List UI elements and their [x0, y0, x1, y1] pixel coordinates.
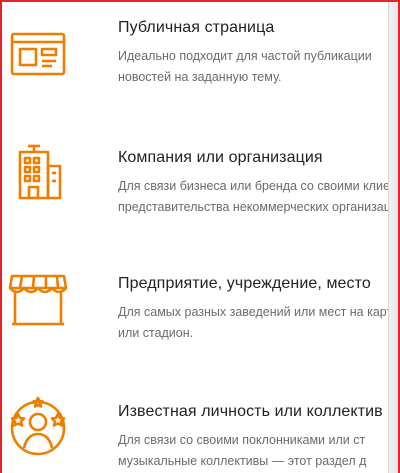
office-building-icon — [8, 140, 68, 200]
page-type-place[interactable]: Предприятие, учреждение, место Для самых… — [2, 238, 392, 356]
page-type-company[interactable]: Компания или организация Для связи бизне… — [2, 120, 392, 238]
description-line: новостей на заданную тему. — [118, 70, 282, 84]
description-line: Для самых разных заведений или мест на к… — [118, 305, 392, 319]
page-type-description: Идеально подходит для частой публикации … — [118, 46, 392, 88]
page-type-celebrity[interactable]: Известная личность или коллектив Для свя… — [2, 356, 392, 473]
scrollbar-edge[interactable] — [388, 2, 398, 473]
description-line: Идеально подходит для частой публикации — [118, 49, 372, 63]
page-type-title: Компания или организация — [118, 149, 323, 166]
description-line: Для связи со своими поклонниками или ст — [118, 433, 366, 447]
browser-window-icon — [8, 24, 68, 84]
page-type-title: Предприятие, учреждение, место — [118, 275, 371, 292]
page-type-title: Известная личность или коллектив — [118, 403, 383, 420]
page-type-public-page[interactable]: Публичная страница Идеально подходит для… — [2, 2, 392, 120]
description-line: Для связи бизнеса или бренда со своими к… — [118, 179, 392, 193]
description-line: или стадион. — [118, 326, 194, 340]
storefront-icon — [8, 268, 68, 328]
description-line: музыкальные коллективы — этот раздел д — [118, 454, 367, 468]
page-type-description: Для связи бизнеса или бренда со своими к… — [118, 176, 392, 218]
person-stars-icon — [8, 396, 68, 456]
page-type-title: Публичная страница — [118, 19, 275, 36]
page-type-description: Для самых разных заведений или мест на к… — [118, 302, 392, 344]
description-line: представительства некоммерческих организ… — [118, 200, 392, 214]
page-type-description: Для связи со своими поклонниками или ст … — [118, 430, 392, 472]
page-type-list: Публичная страница Идеально подходит для… — [0, 0, 400, 473]
